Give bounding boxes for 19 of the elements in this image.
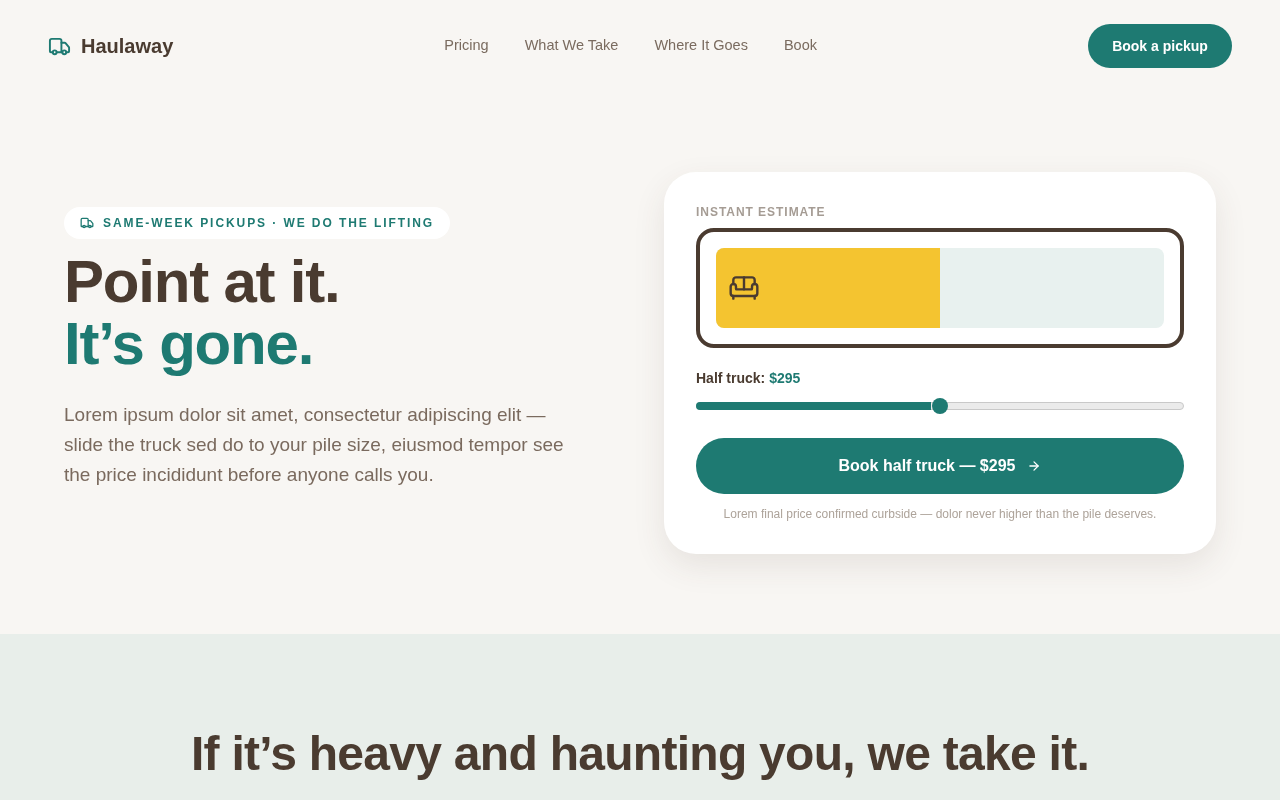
price-value: $295 — [769, 369, 801, 388]
brand-name[interactable]: Haulaway — [81, 31, 174, 61]
badge-text: SAME-WEEK PICKUPS · WE DO THE LIFTING — [103, 214, 435, 232]
book-pickup-button[interactable]: Book a pickup — [1088, 24, 1232, 68]
nav-link[interactable]: Pricing — [444, 35, 489, 57]
book-button[interactable]: Book half truck — $295 — [696, 438, 1184, 494]
price-note: Lorem final price confirmed curbside — dolor never higher than the pile deserves. — [722, 506, 1158, 522]
intro-paragraph: Lorem ipsum dolor sit amet, consectetur adipiscing elit — slide the truck sed do to your pile size, eiusmod tempor see the price incididunt before anyone calls you. — [64, 402, 565, 487]
section-heading: If it’s heavy and haunting you, we take it. — [190, 726, 1090, 782]
truck-icon — [80, 215, 94, 230]
size-label: Half truck: — [696, 369, 766, 388]
nav-link[interactable]: Book — [783, 35, 817, 57]
headline-line: It’s gone. — [64, 312, 315, 375]
slider-thumb[interactable] — [932, 398, 948, 414]
card-label: INSTANT ESTIMATE — [696, 204, 827, 220]
size-slider[interactable] — [696, 398, 1184, 414]
nav-link[interactable]: What We Take — [524, 35, 619, 57]
nav-link[interactable]: Where It Goes — [654, 35, 748, 57]
headline-line: Point at it. — [64, 250, 340, 313]
